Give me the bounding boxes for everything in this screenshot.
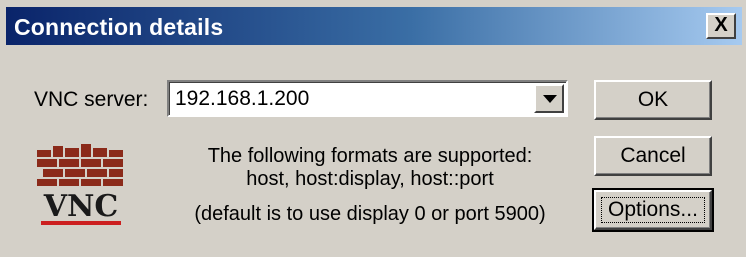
options-button[interactable]: Options... <box>592 188 714 232</box>
vnc-server-label: VNC server: <box>34 88 149 111</box>
close-button[interactable]: X <box>706 13 736 39</box>
tightvnc-logo: VNC <box>33 140 129 230</box>
window-title: Connection details <box>14 14 224 40</box>
vnc-server-input[interactable]: 192.168.1.200 <box>175 87 309 111</box>
ok-button[interactable]: OK <box>594 80 712 120</box>
logo-text: VNC <box>43 189 119 224</box>
chevron-down-icon <box>543 95 557 103</box>
focus-rectangle <box>601 197 705 223</box>
title-bar[interactable]: Connection details X <box>6 7 742 45</box>
info-line-2: host, host:display, host::port <box>246 168 494 190</box>
close-icon: X <box>714 14 728 36</box>
info-line-1: The following formats are supported: <box>207 145 533 167</box>
cancel-button[interactable]: Cancel <box>594 136 712 176</box>
info-line-3: (default is to use display 0 or port 590… <box>194 203 546 225</box>
connection-dialog: Connection details X VNC server: 192.168… <box>0 0 746 257</box>
vnc-server-combobox[interactable]: 192.168.1.200 <box>167 80 568 117</box>
dropdown-button[interactable] <box>534 84 564 113</box>
